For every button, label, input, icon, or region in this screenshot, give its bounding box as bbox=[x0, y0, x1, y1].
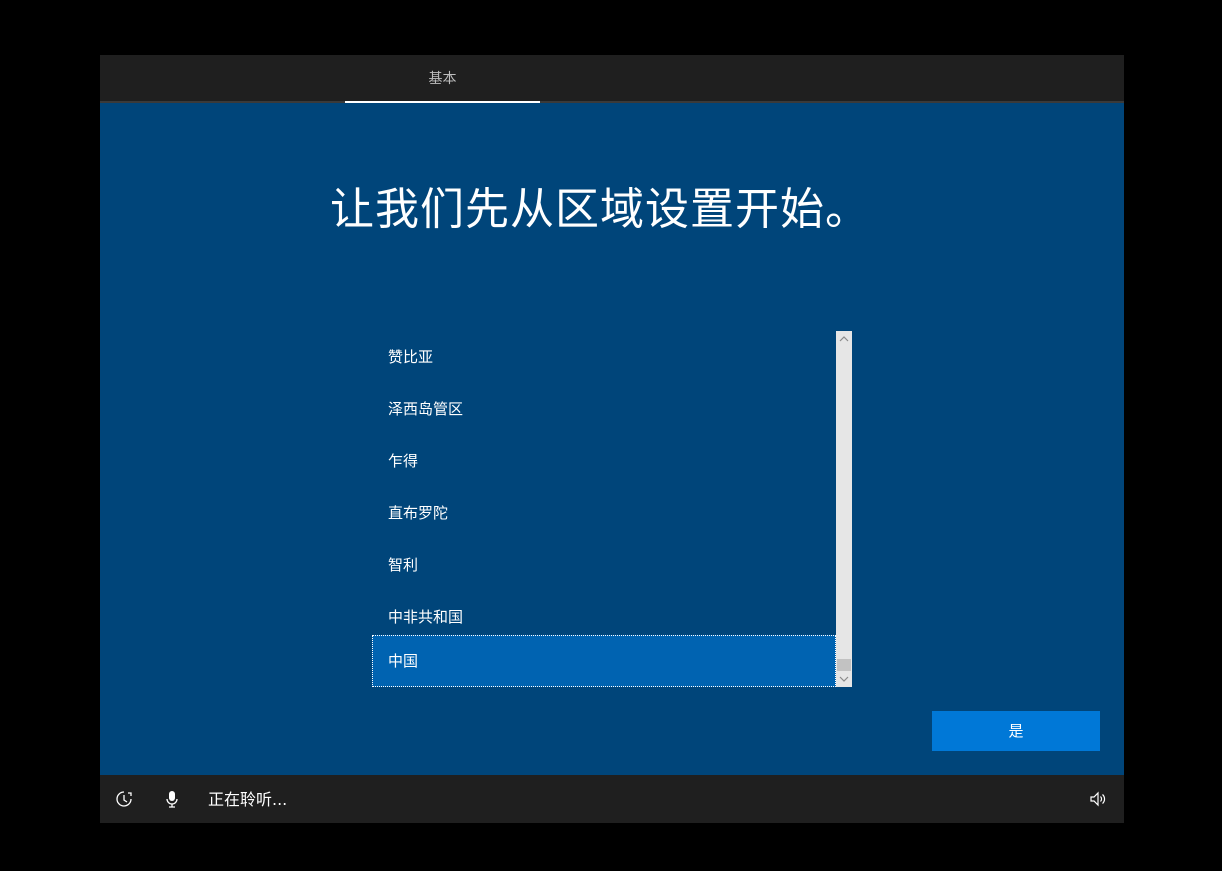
bottom-bar: 正在聆听... bbox=[100, 775, 1124, 823]
scroll-up-icon[interactable] bbox=[836, 331, 852, 347]
listening-status: 正在聆听... bbox=[208, 790, 288, 809]
oobe-window: 基本 让我们先从区域设置开始。 赞比亚 泽西岛管区 乍得 直布罗陀 智利 中非共… bbox=[100, 55, 1124, 823]
scrollbar[interactable] bbox=[836, 331, 852, 687]
region-item-label: 赞比亚 bbox=[388, 348, 434, 366]
region-list-items: 赞比亚 泽西岛管区 乍得 直布罗陀 智利 中非共和国 中国 bbox=[372, 331, 836, 687]
scroll-down-icon[interactable] bbox=[836, 671, 852, 687]
region-item-label: 直布罗陀 bbox=[388, 504, 449, 522]
microphone-icon[interactable] bbox=[162, 789, 182, 809]
region-item-selected[interactable]: 中国 bbox=[372, 635, 836, 687]
region-list[interactable]: 赞比亚 泽西岛管区 乍得 直布罗陀 智利 中非共和国 中国 bbox=[372, 331, 852, 687]
top-bar: 基本 bbox=[100, 55, 1124, 103]
region-item-label: 中国 bbox=[388, 652, 419, 670]
region-item-label: 乍得 bbox=[388, 452, 419, 470]
tab-basics: 基本 bbox=[345, 55, 540, 103]
region-item[interactable]: 泽西岛管区 bbox=[372, 383, 836, 435]
region-item[interactable]: 直布罗陀 bbox=[372, 487, 836, 539]
tab-basics-label: 基本 bbox=[428, 71, 457, 87]
region-item[interactable]: 赞比亚 bbox=[372, 331, 836, 383]
tab-active-indicator bbox=[345, 101, 540, 103]
region-item-label: 智利 bbox=[388, 556, 419, 574]
region-item-label: 泽西岛管区 bbox=[388, 400, 464, 418]
region-item-label: 中非共和国 bbox=[388, 608, 464, 626]
yes-button[interactable]: 是 bbox=[932, 711, 1100, 751]
scroll-thumb[interactable] bbox=[837, 659, 851, 671]
ease-of-access-icon[interactable] bbox=[114, 789, 134, 809]
region-item[interactable]: 智利 bbox=[372, 539, 836, 591]
volume-icon[interactable] bbox=[1088, 789, 1108, 809]
page-title: 让我们先从区域设置开始。 bbox=[330, 184, 870, 235]
region-item[interactable]: 乍得 bbox=[372, 435, 836, 487]
